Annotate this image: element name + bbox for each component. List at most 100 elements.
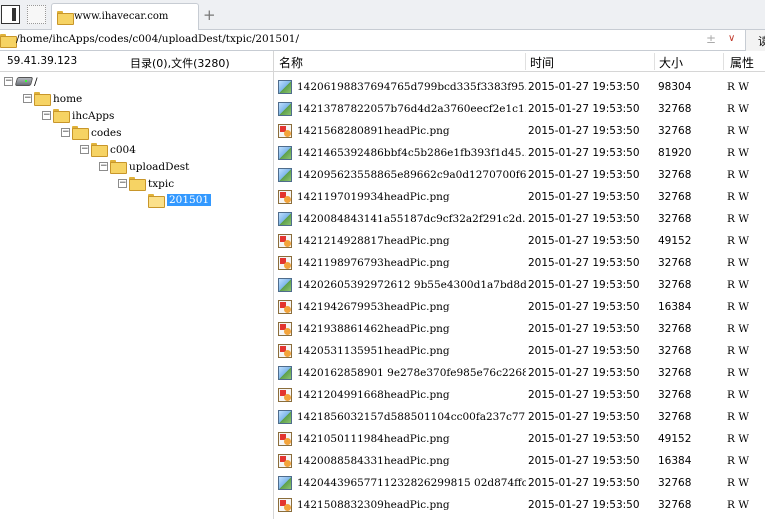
file-size: 32768	[658, 169, 692, 181]
table-row[interactable]: 14204439657711232826299815 02d874ffc... 2…	[274, 472, 765, 494]
file-name: 14206198837694765d799bcd335f3383f95...	[297, 81, 526, 93]
collapse-icon[interactable]: −	[23, 94, 32, 103]
table-row[interactable]: 142095623558865e89662c9a0d1270700f6... 20…	[274, 164, 765, 186]
png-file-icon	[278, 498, 292, 512]
collapse-icon[interactable]: −	[4, 77, 13, 86]
file-size: 98304	[658, 81, 692, 93]
file-name: 14202605392972612 9b55e4300d1a7bd8d2...	[297, 279, 526, 291]
tree-node[interactable]: 201501	[0, 193, 270, 210]
table-row[interactable]: 14206198837694765d799bcd335f3383f95... 20…	[274, 76, 765, 98]
tree-node[interactable]: − codes	[0, 125, 270, 142]
table-row[interactable]: 1421198976793headPic.png 2015-01-27 19:53…	[274, 252, 765, 274]
folder-icon	[53, 109, 70, 123]
file-attr: R W	[727, 81, 750, 93]
file-attr: R W	[727, 301, 750, 313]
file-size: 32768	[658, 367, 692, 379]
image-file-icon	[278, 366, 292, 380]
table-row[interactable]: 1420162858901 9e278e370fe985e76c2268... 2…	[274, 362, 765, 384]
collapse-icon[interactable]: −	[99, 162, 108, 171]
tab-title: www.ihavecar.com	[74, 11, 169, 22]
file-time: 2015-01-27 19:53:50	[528, 191, 640, 203]
collapse-icon[interactable]: −	[80, 145, 89, 154]
png-file-icon	[278, 322, 292, 336]
file-list-header: 名称 时间 大小 属性	[274, 51, 765, 72]
table-row[interactable]: 14213787822057b76d4d2a3760eecf2e1c1... 20…	[274, 98, 765, 120]
column-attr[interactable]: 属性	[730, 54, 754, 71]
file-attr: R W	[727, 367, 750, 379]
column-name[interactable]: 名称	[279, 54, 303, 71]
tree-node[interactable]: − ihcApps	[0, 108, 270, 125]
file-name: 1421942679953headPic.png	[297, 301, 450, 313]
file-size: 32768	[658, 125, 692, 137]
column-size[interactable]: 大小	[659, 54, 683, 71]
table-row[interactable]: 1421197019934headPic.png 2015-01-27 19:53…	[274, 186, 765, 208]
file-size: 32768	[658, 323, 692, 335]
chevron-down-icon[interactable]: ∨	[728, 33, 735, 44]
image-file-icon	[278, 102, 292, 116]
file-time: 2015-01-27 19:53:50	[528, 345, 640, 357]
file-time: 2015-01-27 19:53:50	[528, 367, 640, 379]
file-name: 1421204991668headPic.png	[297, 389, 450, 401]
file-size: 32768	[658, 389, 692, 401]
file-name: 14204439657711232826299815 02d874ffc...	[297, 477, 526, 489]
table-row[interactable]: 1421214928817headPic.png 2015-01-27 19:53…	[274, 230, 765, 252]
tree-node-label: ihcApps	[72, 110, 115, 122]
table-row[interactable]: 1421856032157d588501104cc00fa237c77... 20…	[274, 406, 765, 428]
tree-node[interactable]: − /	[0, 74, 270, 91]
tree-node[interactable]: − uploadDest	[0, 159, 270, 176]
collapse-icon[interactable]: −	[61, 128, 70, 137]
table-row[interactable]: 1421204991668headPic.png 2015-01-27 19:53…	[274, 384, 765, 406]
file-time: 2015-01-27 19:53:50	[528, 103, 640, 115]
file-size: 32768	[658, 279, 692, 291]
tree-node[interactable]: − home	[0, 91, 270, 108]
table-row[interactable]: 1421050111984headPic.png 2015-01-27 19:53…	[274, 428, 765, 450]
tree-node[interactable]: − txpic	[0, 176, 270, 193]
file-attr: R W	[727, 499, 750, 511]
folder-icon	[57, 11, 74, 25]
read-button[interactable]: 读	[745, 30, 765, 51]
file-size: 49152	[658, 235, 692, 247]
tree-node[interactable]: − c004	[0, 142, 270, 159]
folder-icon	[72, 126, 89, 140]
table-row[interactable]: 1420084843141a55187dc9cf32a2f291c2d... 20…	[274, 208, 765, 230]
path-input[interactable]: /home/ihcApps/codes/c004/uploadDest/txpi…	[16, 33, 299, 45]
file-name: 1420084843141a55187dc9cf32a2f291c2d...	[297, 213, 526, 225]
file-time: 2015-01-27 19:53:50	[528, 257, 640, 269]
png-file-icon	[278, 256, 292, 270]
file-size: 32768	[658, 477, 692, 489]
server-ip: 59.41.39.123	[7, 55, 78, 67]
tree-node-label: txpic	[148, 178, 175, 190]
column-time[interactable]: 时间	[530, 54, 554, 71]
png-file-icon	[278, 190, 292, 204]
table-row[interactable]: 1421568280891headPic.png 2015-01-27 19:53…	[274, 120, 765, 142]
file-name: 1420162858901 9e278e370fe985e76c2268...	[297, 367, 526, 379]
panel-toggle-icon[interactable]	[1, 5, 20, 24]
file-attr: R W	[727, 279, 750, 291]
tree-node-label: 201501	[167, 194, 212, 206]
table-row[interactable]: 1421508832309headPic.png 2015-01-27 19:53…	[274, 494, 765, 516]
file-attr: R W	[727, 389, 750, 401]
table-row[interactable]: 1421465392486bbf4c5b286e1fb393f1d45... 20…	[274, 142, 765, 164]
new-tab-button[interactable]: +	[203, 6, 216, 24]
table-row[interactable]: 1420531135951headPic.png 2015-01-27 19:53…	[274, 340, 765, 362]
file-time: 2015-01-27 19:53:50	[528, 323, 640, 335]
tab-list-icon[interactable]	[27, 5, 46, 24]
file-attr: R W	[727, 477, 750, 489]
column-divider[interactable]	[654, 53, 655, 70]
table-row[interactable]: 1421938861462headPic.png 2015-01-27 19:53…	[274, 318, 765, 340]
file-attr: R W	[727, 103, 750, 115]
plus-minus-icon[interactable]: ±	[706, 32, 716, 46]
file-time: 2015-01-27 19:53:50	[528, 279, 640, 291]
collapse-icon[interactable]: −	[42, 111, 51, 120]
file-attr: R W	[727, 169, 750, 181]
collapse-icon[interactable]: −	[118, 179, 127, 188]
table-row[interactable]: 14202605392972612 9b55e4300d1a7bd8d2... 2…	[274, 274, 765, 296]
file-attr: R W	[727, 345, 750, 357]
table-row[interactable]: 1421942679953headPic.png 2015-01-27 19:53…	[274, 296, 765, 318]
column-divider[interactable]	[525, 53, 526, 70]
file-name: 1421214928817headPic.png	[297, 235, 450, 247]
table-row[interactable]: 1420088584331headPic.png 2015-01-27 19:53…	[274, 450, 765, 472]
tab-active[interactable]: www.ihavecar.com	[51, 3, 199, 30]
file-name: 1420088584331headPic.png	[297, 455, 450, 467]
column-divider[interactable]	[723, 53, 724, 70]
